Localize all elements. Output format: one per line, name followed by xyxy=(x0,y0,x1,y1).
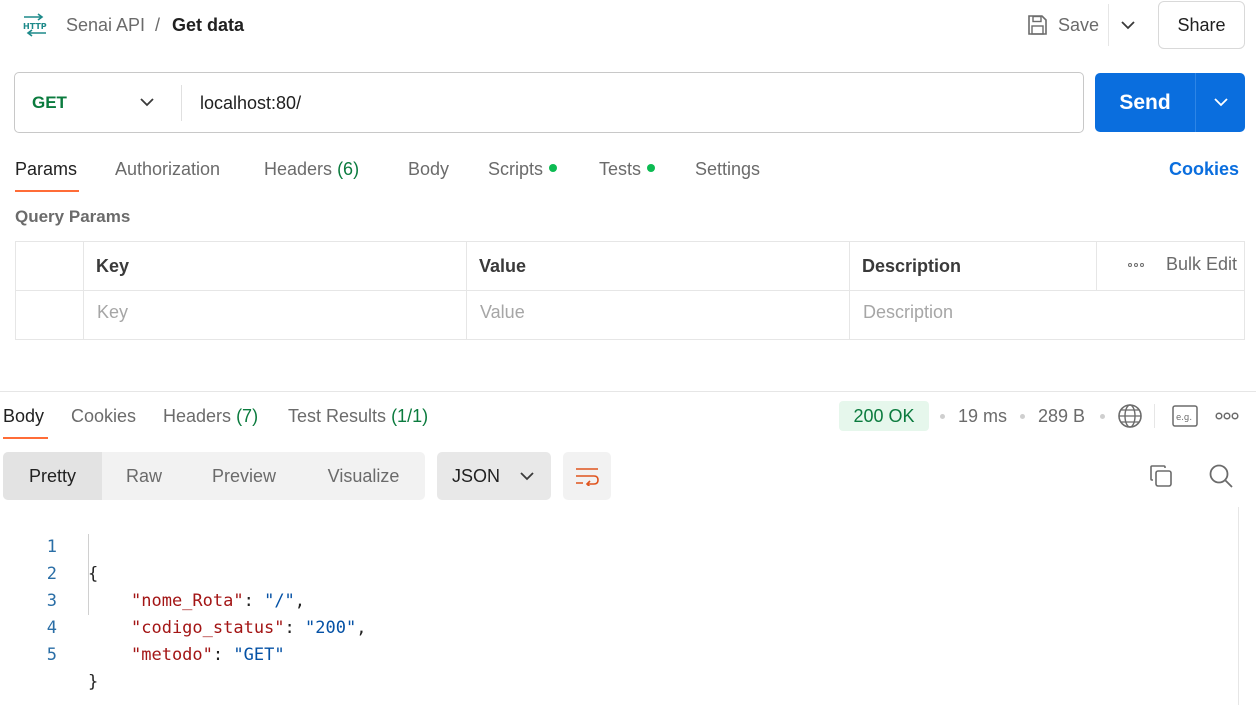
response-tab-headers-label: Headers xyxy=(163,406,232,426)
response-tab-body[interactable]: Body xyxy=(3,404,44,428)
tab-scripts-label: Scripts xyxy=(488,159,544,179)
code-line: 2 "nome_Rota": "/", xyxy=(0,534,1240,611)
separator-dot xyxy=(1100,414,1105,419)
code-line: 1 { xyxy=(0,507,1240,584)
tab-tests-label: Tests xyxy=(599,159,642,179)
tab-authorization[interactable]: Authorization xyxy=(115,157,220,181)
format-pretty-button[interactable]: Pretty xyxy=(3,452,102,500)
code-line: 4 "metodo": "GET" xyxy=(0,588,1240,665)
code-text: } xyxy=(88,672,99,692)
save-options-button[interactable] xyxy=(1113,8,1143,42)
send-options-button[interactable] xyxy=(1196,73,1245,132)
key-input[interactable]: Key xyxy=(97,300,128,324)
pane-divider[interactable] xyxy=(0,391,1256,392)
column-header-value: Value xyxy=(479,256,527,276)
status-badge[interactable]: 200 OK xyxy=(839,401,929,431)
url-bar: GET xyxy=(14,72,1084,133)
share-button[interactable]: Share xyxy=(1158,1,1245,49)
status-dot-icon xyxy=(647,164,656,173)
cookies-link[interactable]: Cookies xyxy=(1169,157,1239,181)
scrollbar[interactable] xyxy=(1238,507,1239,705)
copy-icon[interactable] xyxy=(1149,464,1173,488)
separator-dot xyxy=(940,414,945,419)
wrap-lines-button[interactable] xyxy=(563,452,611,500)
svg-text:e.g.: e.g. xyxy=(1176,413,1192,423)
response-tab-test-results-count: (1/1) xyxy=(391,406,429,426)
format-mode-group: Pretty Raw Preview Visualize xyxy=(3,452,425,500)
bulk-edit-button[interactable]: Bulk Edit xyxy=(1112,254,1237,275)
language-label: JSON xyxy=(452,465,501,486)
chevron-down-icon xyxy=(520,471,534,480)
chevron-down-icon xyxy=(1121,20,1135,29)
tab-tests[interactable]: Tests xyxy=(599,157,656,181)
code-line: 5 } xyxy=(0,615,1240,692)
svg-text:HTTP: HTTP xyxy=(23,22,47,31)
response-tab-test-results-label: Test Results xyxy=(288,406,387,426)
separator-dot xyxy=(1020,414,1025,419)
value-input[interactable]: Value xyxy=(480,300,525,324)
tab-headers-count: (6) xyxy=(337,159,360,179)
divider xyxy=(1154,404,1155,428)
chevron-down-icon xyxy=(140,98,154,107)
json-value: "GET" xyxy=(233,645,285,665)
response-tab-headers-count: (7) xyxy=(236,406,259,426)
method-label: GET xyxy=(32,92,67,112)
active-tab-indicator xyxy=(3,437,48,439)
method-select[interactable]: GET xyxy=(15,73,181,132)
bulk-edit-label: Bulk Edit xyxy=(1166,254,1238,274)
globe-icon[interactable] xyxy=(1117,403,1143,429)
code-text: "metodo": "GET" xyxy=(131,645,285,665)
tab-params[interactable]: Params xyxy=(15,157,77,181)
tab-body[interactable]: Body xyxy=(408,157,449,181)
divider xyxy=(181,85,182,121)
tab-scripts[interactable]: Scripts xyxy=(488,157,558,181)
divider xyxy=(1108,4,1109,46)
response-size[interactable]: 289 B xyxy=(1038,404,1085,428)
code-line: 3 "codigo_status": "200", xyxy=(0,561,1240,638)
query-params-table: Key Value Description Bulk Edit Key Valu… xyxy=(15,241,1245,340)
http-icon: HTTP xyxy=(23,13,47,37)
format-visualize-button[interactable]: Visualize xyxy=(302,452,425,500)
more-options-icon[interactable] xyxy=(1215,410,1239,422)
response-time[interactable]: 19 ms xyxy=(958,404,1007,428)
more-options-icon xyxy=(1128,262,1144,267)
status-dot-icon xyxy=(549,164,558,173)
request-title[interactable]: Get data xyxy=(172,13,244,37)
query-params-title: Query Params xyxy=(15,207,131,226)
json-key: "metodo" xyxy=(131,645,213,665)
tab-headers[interactable]: Headers (6) xyxy=(264,157,359,181)
example-icon[interactable]: e.g. xyxy=(1172,404,1198,428)
response-tab-cookies[interactable]: Cookies xyxy=(71,404,136,428)
response-tab-headers[interactable]: Headers (7) xyxy=(163,404,258,428)
divider xyxy=(1096,242,1097,290)
active-tab-indicator xyxy=(15,190,79,192)
format-preview-button[interactable]: Preview xyxy=(186,452,302,500)
language-select[interactable]: JSON xyxy=(437,452,551,500)
format-raw-button[interactable]: Raw xyxy=(102,452,186,500)
divider xyxy=(16,290,1244,291)
url-input[interactable] xyxy=(200,90,1060,116)
response-tab-test-results[interactable]: Test Results (1/1) xyxy=(288,404,428,428)
save-button[interactable]: Save xyxy=(1018,6,1108,44)
save-icon xyxy=(1028,15,1047,35)
search-icon[interactable] xyxy=(1208,463,1234,489)
wrap-lines-icon xyxy=(576,468,599,486)
column-header-description: Description xyxy=(862,256,962,276)
send-button[interactable]: Send xyxy=(1095,73,1195,132)
tab-headers-label: Headers xyxy=(264,159,333,179)
breadcrumb-separator: / xyxy=(155,15,161,35)
column-header-key: Key xyxy=(96,256,130,276)
indent-guide xyxy=(88,534,89,615)
breadcrumb-collection[interactable]: Senai API xyxy=(66,13,145,37)
save-label: Save xyxy=(1058,14,1100,35)
request-header: HTTP Senai API / Get data Save Share xyxy=(0,0,1256,50)
line-number: 5 xyxy=(46,645,57,665)
tab-settings[interactable]: Settings xyxy=(695,157,760,181)
chevron-down-icon xyxy=(1213,98,1228,107)
description-input[interactable]: Description xyxy=(863,300,953,324)
